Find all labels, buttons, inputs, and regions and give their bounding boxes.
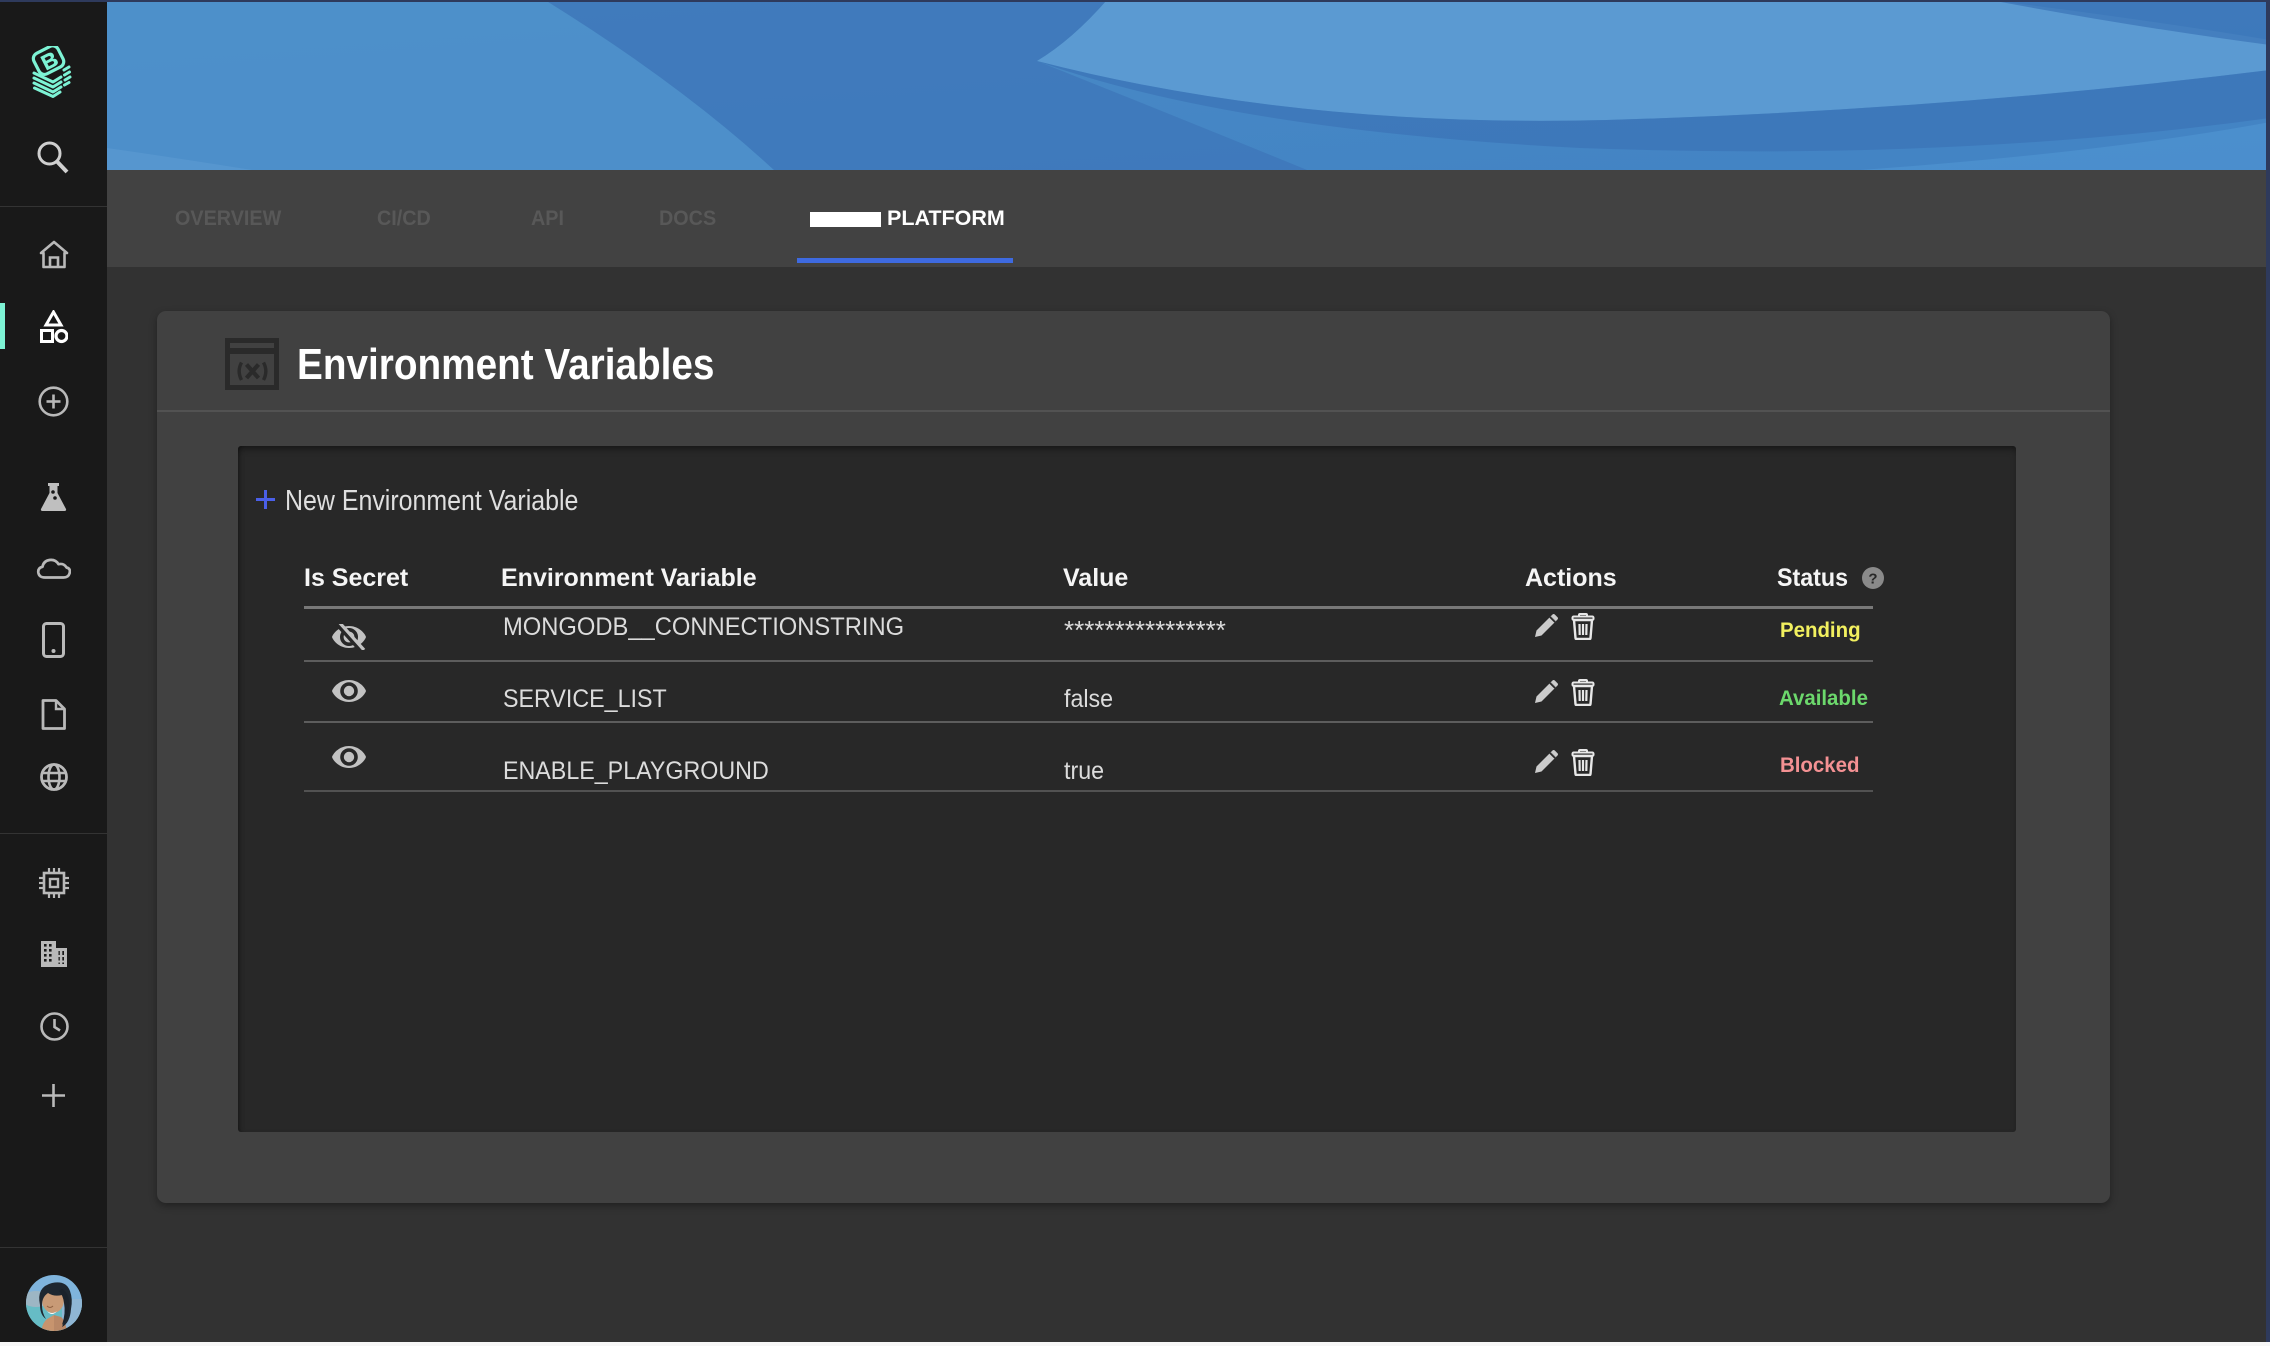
svg-text:?: ? [1868,571,1877,588]
